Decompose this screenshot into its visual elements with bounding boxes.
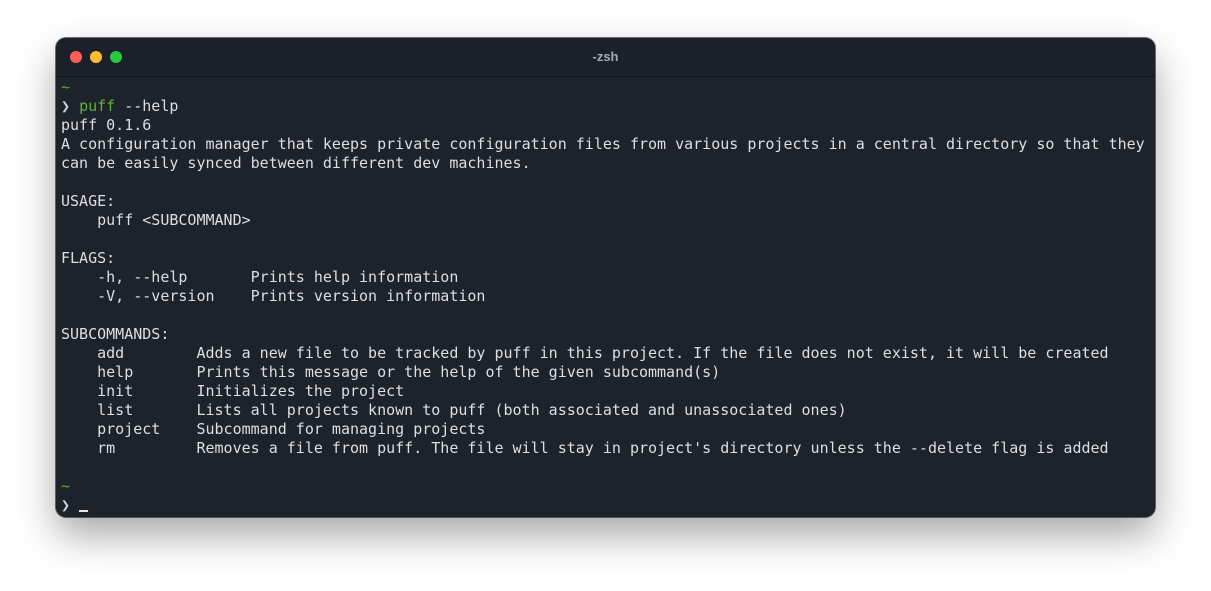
subcommand-line: rm Removes a file from puff. The file wi…	[61, 439, 1109, 457]
subcommand-line: project Subcommand for managing projects	[61, 420, 486, 438]
prompt-directory: ~	[61, 78, 71, 96]
flag-line: -V, --version Prints version information	[61, 287, 486, 305]
terminal-window: -zsh ~ ❯ puff --help puff 0.1.6 A config…	[56, 38, 1155, 517]
subcommand-line: list Lists all projects known to puff (b…	[61, 401, 847, 419]
version-line: puff 0.1.6	[61, 116, 152, 134]
command-name: puff	[79, 97, 116, 115]
prompt-symbol: ❯	[61, 496, 71, 514]
subcommand-line: help Prints this message or the help of …	[61, 363, 721, 381]
usage-line: puff <SUBCOMMAND>	[61, 211, 251, 229]
description-line: A configuration manager that keeps priva…	[61, 135, 1145, 153]
flag-line: -h, --help Prints help information	[61, 268, 459, 286]
terminal-output[interactable]: ~ ❯ puff --help puff 0.1.6 A configurati…	[61, 78, 1151, 515]
prompt-directory: ~	[61, 477, 71, 495]
subcommand-line: init Initializes the project	[61, 382, 405, 400]
command-line: ❯ puff --help	[61, 97, 1151, 116]
subcommands-header: SUBCOMMANDS:	[61, 325, 170, 343]
subcommand-line: add Adds a new file to be tracked by puf…	[61, 344, 1109, 362]
description-line: can be easily synced between different d…	[61, 154, 531, 172]
text-cursor	[79, 510, 89, 512]
prompt-line[interactable]: ❯	[61, 496, 1151, 515]
command-args: --help	[115, 97, 179, 115]
flags-header: FLAGS:	[61, 249, 116, 267]
title-bar[interactable]: -zsh	[56, 38, 1155, 77]
window-title: -zsh	[592, 49, 619, 64]
prompt-symbol: ❯	[61, 97, 71, 115]
usage-header: USAGE:	[61, 192, 116, 210]
